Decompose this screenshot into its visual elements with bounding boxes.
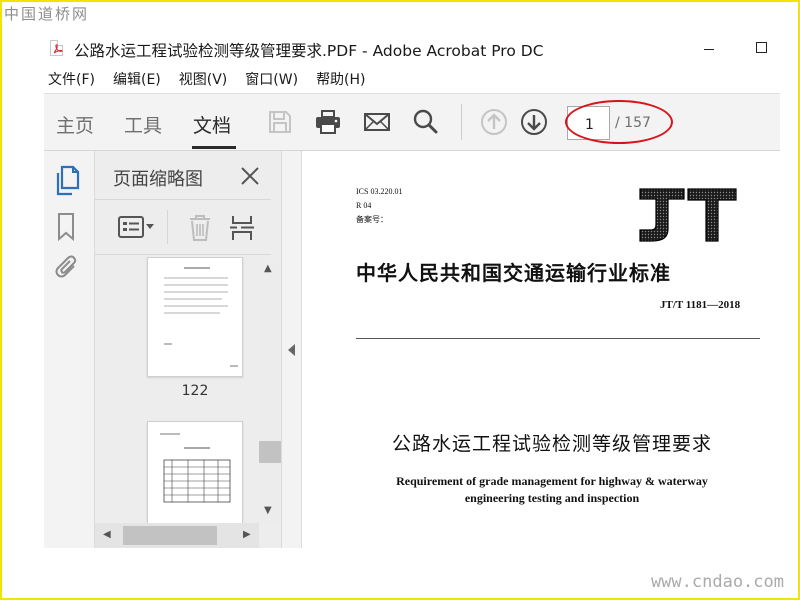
menu-edit[interactable]: 编辑(E) bbox=[113, 68, 161, 92]
thumbnail-page[interactable] bbox=[147, 257, 243, 377]
scroll-up-arrow[interactable]: ▲ bbox=[264, 263, 272, 274]
search-icon[interactable] bbox=[411, 108, 439, 136]
menu-bar: 文件(F) 编辑(E) 视图(V) 窗口(W) 帮助(H) bbox=[44, 68, 380, 92]
options-icon[interactable] bbox=[117, 214, 157, 244]
mail-icon[interactable] bbox=[363, 108, 391, 136]
thumbnail-list[interactable]: 122 bbox=[95, 257, 259, 523]
doc-title-en-line2: engineering testing and inspection bbox=[464, 491, 640, 505]
save-icon[interactable] bbox=[266, 108, 294, 136]
scroll-down-arrow[interactable]: ▼ bbox=[264, 505, 272, 516]
doc-ics: ICS 03.220.01 bbox=[356, 187, 403, 196]
attachment-icon[interactable] bbox=[53, 253, 81, 289]
scroll-left-arrow[interactable]: ◀ bbox=[103, 529, 111, 540]
thumbnail-vertical-scrollbar[interactable]: ▲ ▼ bbox=[259, 257, 281, 523]
left-navigation-rail bbox=[44, 151, 95, 548]
panel-toolbar bbox=[95, 199, 271, 255]
tab-home[interactable]: 主页 bbox=[56, 111, 94, 138]
bookmark-icon[interactable] bbox=[53, 211, 81, 247]
pdf-file-icon bbox=[50, 40, 63, 56]
panel-title: 页面缩略图 bbox=[113, 169, 203, 190]
active-tab-indicator bbox=[192, 146, 236, 149]
collapse-panel-icon[interactable] bbox=[288, 344, 295, 356]
toolbar-separator bbox=[461, 104, 462, 140]
tab-document[interactable]: 文档 bbox=[193, 111, 231, 138]
insert-page-icon[interactable] bbox=[229, 214, 255, 246]
main-toolbar: 主页 工具 文档 1 / 157 bbox=[44, 93, 780, 151]
pages-icon[interactable] bbox=[53, 165, 81, 201]
doc-record: 备案号： bbox=[356, 215, 388, 224]
doc-title-cn: 公路水运工程试验检测等级管理要求 bbox=[391, 433, 712, 455]
tab-tools[interactable]: 工具 bbox=[124, 111, 162, 138]
delete-icon[interactable] bbox=[187, 214, 213, 246]
horizontal-scroll-thumb[interactable] bbox=[123, 526, 217, 545]
menu-window[interactable]: 窗口(W) bbox=[245, 68, 298, 92]
thumbnail-panel: 页面缩略图 122 ▲ ▼ ◀ ▶ bbox=[95, 151, 281, 548]
menu-help[interactable]: 帮助(H) bbox=[316, 68, 365, 92]
print-icon[interactable] bbox=[314, 108, 342, 136]
panel-splitter[interactable] bbox=[281, 151, 302, 548]
thumbnail-label: 122 bbox=[181, 383, 209, 399]
window-title: 公路水运工程试验检测等级管理要求.PDF - Adobe Acrobat Pro… bbox=[74, 42, 544, 60]
watermark-bottom: www.cndao.com bbox=[650, 572, 784, 592]
panel-tool-separator bbox=[167, 210, 168, 244]
thumbnail-horizontal-scrollbar[interactable]: ◀ ▶ bbox=[95, 523, 259, 548]
doc-organization: 中华人民共和国交通运输行业标准 bbox=[356, 261, 671, 285]
maximize-button[interactable] bbox=[756, 42, 767, 53]
document-view[interactable]: ICS 03.220.01 R 04 备案号： 中华人民共和国交通运输行业标准 … bbox=[302, 151, 800, 600]
thumbnail-page[interactable] bbox=[147, 421, 243, 523]
page-down-icon[interactable] bbox=[520, 108, 548, 136]
menu-file[interactable]: 文件(F) bbox=[48, 68, 95, 92]
annotation-ellipse bbox=[565, 100, 673, 144]
watermark-top: 中国道桥网 bbox=[4, 5, 90, 23]
jt-logo bbox=[638, 185, 738, 247]
doc-divider bbox=[356, 338, 760, 339]
page-up-icon[interactable] bbox=[480, 108, 508, 136]
title-bar: 公路水运工程试验检测等级管理要求.PDF - Adobe Acrobat Pro… bbox=[44, 32, 800, 66]
doc-category: R 04 bbox=[356, 201, 372, 210]
minimize-button[interactable] bbox=[704, 49, 714, 50]
doc-code: JT/T 1181—2018 bbox=[660, 299, 741, 311]
doc-title-en-line1: Requirement of grade management for high… bbox=[396, 474, 708, 488]
scroll-right-arrow[interactable]: ▶ bbox=[243, 529, 251, 540]
vertical-scroll-thumb[interactable] bbox=[259, 441, 281, 463]
menu-view[interactable]: 视图(V) bbox=[179, 68, 228, 92]
close-icon[interactable] bbox=[239, 165, 261, 187]
